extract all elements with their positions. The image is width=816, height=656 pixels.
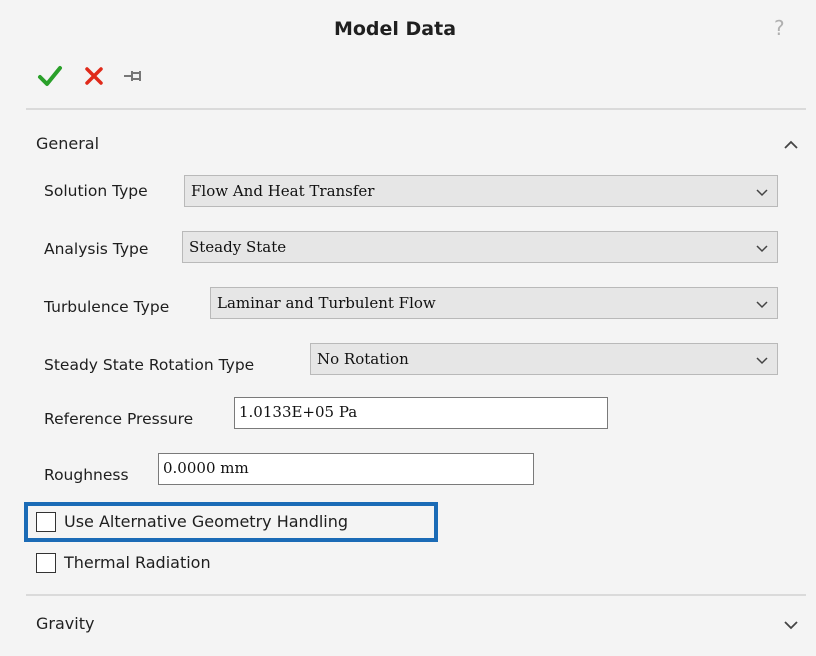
thermal-radiation-label: Thermal Radiation bbox=[64, 553, 211, 572]
chevron-down-icon bbox=[756, 189, 768, 197]
pin-button[interactable] bbox=[120, 62, 152, 92]
highlight-frame bbox=[24, 502, 438, 542]
turbulence-type-dropdown[interactable]: Laminar and Turbulent Flow bbox=[210, 287, 778, 319]
help-icon[interactable]: ? bbox=[774, 16, 785, 40]
chevron-down-icon bbox=[756, 245, 768, 253]
chevron-up-icon bbox=[784, 140, 798, 149]
analysis-type-dropdown[interactable]: Steady State bbox=[182, 231, 778, 263]
chevron-down-icon bbox=[756, 357, 768, 365]
general-section-title: General bbox=[36, 134, 100, 153]
turbulence-type-label: Turbulence Type bbox=[44, 298, 170, 316]
section-divider bbox=[26, 594, 806, 596]
chevron-down-icon bbox=[756, 301, 768, 309]
solution-type-label: Solution Type bbox=[44, 182, 148, 200]
rotation-type-value: No Rotation bbox=[317, 350, 409, 368]
solution-type-dropdown[interactable]: Flow And Heat Transfer bbox=[184, 175, 778, 207]
thermal-radiation-option[interactable]: Thermal Radiation bbox=[36, 551, 336, 575]
reference-pressure-input[interactable]: 1.0133E+05 Pa bbox=[234, 397, 608, 429]
roughness-label: Roughness bbox=[44, 466, 129, 484]
rotation-type-dropdown[interactable]: No Rotation bbox=[310, 343, 778, 375]
rotation-type-label: Steady State Rotation Type bbox=[44, 356, 255, 374]
roughness-value: 0.0000 mm bbox=[163, 459, 249, 477]
checkmark-icon bbox=[38, 66, 62, 86]
close-icon bbox=[85, 67, 103, 85]
cancel-button[interactable] bbox=[80, 62, 112, 92]
ok-button[interactable] bbox=[36, 62, 68, 92]
thermal-radiation-checkbox[interactable] bbox=[36, 553, 56, 573]
turbulence-type-value: Laminar and Turbulent Flow bbox=[217, 294, 436, 312]
solution-type-value: Flow And Heat Transfer bbox=[191, 182, 375, 200]
reference-pressure-value: 1.0133E+05 Pa bbox=[239, 403, 358, 421]
general-section-header[interactable]: General bbox=[26, 124, 806, 164]
panel-title: Model Data bbox=[333, 18, 457, 40]
model-data-panel: Model Data ? General Solution Type Flow … bbox=[0, 0, 816, 656]
analysis-type-label: Analysis Type bbox=[44, 240, 149, 258]
chevron-down-icon bbox=[784, 621, 798, 630]
analysis-type-value: Steady State bbox=[189, 238, 287, 256]
gravity-section-header[interactable]: Gravity bbox=[26, 604, 806, 644]
gravity-section-title: Gravity bbox=[36, 614, 95, 633]
roughness-input[interactable]: 0.0000 mm bbox=[158, 453, 534, 485]
reference-pressure-label: Reference Pressure bbox=[44, 410, 194, 428]
toolbar-divider bbox=[26, 108, 806, 110]
pushpin-icon bbox=[124, 71, 141, 81]
